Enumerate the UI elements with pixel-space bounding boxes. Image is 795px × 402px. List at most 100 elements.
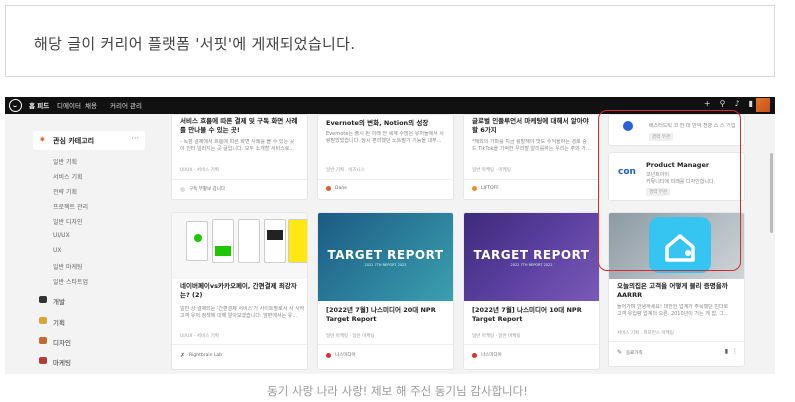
- card-title: [2022년 7월] 나스미디어 20대 NPR Target Report: [326, 306, 436, 323]
- card-tags: UI/UX · 서비스 기획: [180, 168, 219, 173]
- report-subtitle: 2022 7TH REPORT 2022: [364, 263, 407, 267]
- bookmark-icon[interactable]: ▮: [749, 99, 753, 108]
- post-card[interactable]: TARGET REPORT 2022 7TH REPORT 2022 [2022…: [317, 212, 454, 370]
- post-card[interactable]: 글로벌 인플루언서 마케팅에 대해서 알아야 할 6가지 *해외의 가파를 지금…: [463, 114, 600, 200]
- nav-home-feed[interactable]: 홈 피드: [29, 100, 49, 110]
- post-card[interactable]: TARGET REPORT 2022 7TH REPORT 2022 [2022…: [463, 212, 600, 370]
- sidebar-item-label: 마케팅: [53, 359, 71, 367]
- divider: [318, 344, 453, 345]
- notice-box: 해당 글이 커리어 플랫폼 '서핏'에 게재되었습니다.: [5, 5, 775, 77]
- sidebar-item-label: 기획: [53, 319, 65, 327]
- search-icon[interactable]: ⚲: [720, 99, 726, 108]
- card-author: LIFTOFF: [472, 186, 499, 191]
- card-thumbnail: [172, 213, 307, 279]
- card-thumbnail: TARGET REPORT 2022 7TH REPORT 2022: [318, 213, 453, 301]
- divider: [464, 179, 599, 180]
- card-tags: UI/UX · 서비스 기획: [180, 334, 219, 339]
- notice-text: 해당 글이 커리어 플랫폼 '서핏'에 게재되었습니다.: [34, 35, 356, 53]
- palette-icon: [39, 337, 47, 344]
- phone-mockup: [186, 221, 208, 261]
- sidebar-sub-item[interactable]: 일반 디자인: [53, 217, 83, 226]
- card-tags: 일반 기획 · 비즈니스: [326, 168, 365, 173]
- card-author: Dane: [326, 186, 347, 191]
- sidebar-item-marketing[interactable]: 마케팅: [39, 357, 71, 367]
- sidebar-item-planning[interactable]: 기획: [39, 317, 65, 327]
- card-tags: 일반 마케팅 · 일반 마케팅: [472, 334, 521, 339]
- divider: [318, 179, 453, 180]
- card-tags: 일반 마케팅 · 마케팅: [472, 168, 511, 173]
- more-icon[interactable]: ⋮: [732, 348, 738, 355]
- card-title: [2022년 7월] 나스미디어 10대 NPR Target Report: [472, 306, 582, 323]
- highlight-outline: [598, 110, 741, 271]
- author-name: LIFTOFF: [481, 186, 499, 191]
- author-name: Dane: [335, 186, 347, 191]
- divider: [172, 344, 307, 345]
- sidebar-item-design[interactable]: 디자인: [39, 337, 71, 347]
- sidebar-sub-item[interactable]: 일반 스타트업: [53, 277, 88, 286]
- caption: 동기 사랑 나라 사랑! 제보 해 주신 동기님 감사합니다!: [267, 384, 528, 398]
- card-title: 네이버페이vs카카오페이, 간편결제 최강자는? (2): [180, 282, 297, 299]
- sidebar-item-dev[interactable]: 개발: [39, 296, 65, 306]
- pen-icon: ✎: [617, 349, 623, 356]
- sidebar-sub-item[interactable]: 서비스 기획: [53, 172, 83, 181]
- more-icon[interactable]: ···: [131, 134, 139, 143]
- phone-mockup: [238, 219, 260, 263]
- post-card[interactable]: Evernote의 변화, Notion의 성장 Evernote는 출시 된 …: [317, 114, 454, 200]
- sidebar-item-label: 디자인: [53, 339, 71, 347]
- category-title: 관심 카테고리: [53, 137, 95, 145]
- avatar[interactable]: [756, 98, 770, 112]
- card-tags: 일반 마케팅 · 일반 마케팅: [326, 334, 375, 339]
- card-title: 서비스 흐름에 따른 결제 및 구독 화면 사례를 만나볼 수 있는 곳!: [180, 117, 298, 134]
- author-avatar: [472, 186, 477, 191]
- sidebar-sub-item[interactable]: UX: [53, 247, 62, 254]
- card-desc: - 독점 결제에서 흐름에 따른 화면 사례를 볼 수 있는 곳 이 인터 일러…: [180, 139, 295, 152]
- monitor-icon: [39, 296, 47, 303]
- report-title: TARGET REPORT: [327, 248, 444, 262]
- report-title: TARGET REPORT: [473, 248, 590, 262]
- card-desc: *해외의 가파를 지금 활발해야 맛도 수익을하는 경로 중 드 TikTok을…: [472, 139, 591, 152]
- nav-career[interactable]: 커리어 관리: [110, 100, 142, 110]
- sidebar-sub-item[interactable]: 일반 기획: [53, 157, 77, 166]
- author-avatar: [180, 186, 185, 192]
- divider: [464, 344, 599, 345]
- divider: [172, 179, 307, 180]
- megaphone-icon: [39, 357, 47, 364]
- sidebar-item-label: 개발: [53, 298, 65, 306]
- card-author: 나스미디어: [472, 352, 502, 358]
- card-author: ✗ Rightbrain Lab: [180, 352, 222, 359]
- scrollbar[interactable]: [770, 153, 773, 233]
- author-name: 동료가족: [626, 350, 643, 356]
- card-title: 글로벌 인플루언서 마케팅에 대해서 알아야 할 6가지: [472, 117, 589, 134]
- card-title: Evernote의 변화, Notion의 성장: [326, 119, 429, 127]
- sidebar-sub-item[interactable]: 프로젝트 관리: [53, 202, 88, 211]
- sidebar-sub-item[interactable]: UI/UX: [53, 232, 70, 239]
- author-avatar: [326, 186, 331, 191]
- sidebar-sub-item[interactable]: 일반 마케팅: [53, 262, 83, 271]
- author-name: Rightbrain Lab: [189, 353, 222, 358]
- nav-jobs[interactable]: 채용: [85, 100, 97, 110]
- card-desc: Evernote는 출시 된 이래 전 세계 수많은 유저들에서 사 랑받았었습…: [326, 131, 444, 144]
- nav-creator[interactable]: 디에이터: [57, 100, 81, 110]
- author-avatar: [472, 352, 477, 358]
- card-author: 구독 부활보 갑니다: [180, 186, 225, 192]
- sidebar-sub-item[interactable]: 전략 기획: [53, 187, 77, 196]
- note-icon: [39, 317, 47, 324]
- plus-icon[interactable]: +: [704, 99, 711, 108]
- card-tags: 서비스 기획 · 퍼포먼스 마케팅: [617, 331, 674, 336]
- divider: [609, 341, 744, 342]
- author-avatar: [326, 352, 331, 358]
- surfit-logo-icon[interactable]: [9, 99, 22, 112]
- phone-mockup: [212, 219, 234, 263]
- card-author: ✎ 동료가족: [617, 349, 643, 356]
- card-thumbnail: TARGET REPORT 2022 7TH REPORT 2022: [464, 213, 599, 301]
- author-name: 나스미디어: [481, 353, 502, 358]
- card-desc: 일반 상 결제되는 '간편결제 서비스'가 사이트별로서 시 사하 고객 유저 …: [180, 306, 305, 319]
- star-icon: ✷: [39, 135, 46, 144]
- pen-icon: ✗: [180, 352, 186, 359]
- bell-icon[interactable]: ♪: [734, 99, 739, 108]
- bookmark-icon[interactable]: ▮: [725, 348, 728, 355]
- post-card[interactable]: 네이버페이vs카카오페이, 간편결제 최강자는? (2) 일반 상 결제되는 '…: [171, 212, 308, 370]
- category-header[interactable]: ✷ 관심 카테고리 ···: [33, 131, 145, 150]
- report-subtitle: 2022 7TH REPORT 2022: [510, 263, 553, 267]
- post-card[interactable]: 서비스 흐름에 따른 결제 및 구독 화면 사례를 만나볼 수 있는 곳! - …: [171, 114, 308, 200]
